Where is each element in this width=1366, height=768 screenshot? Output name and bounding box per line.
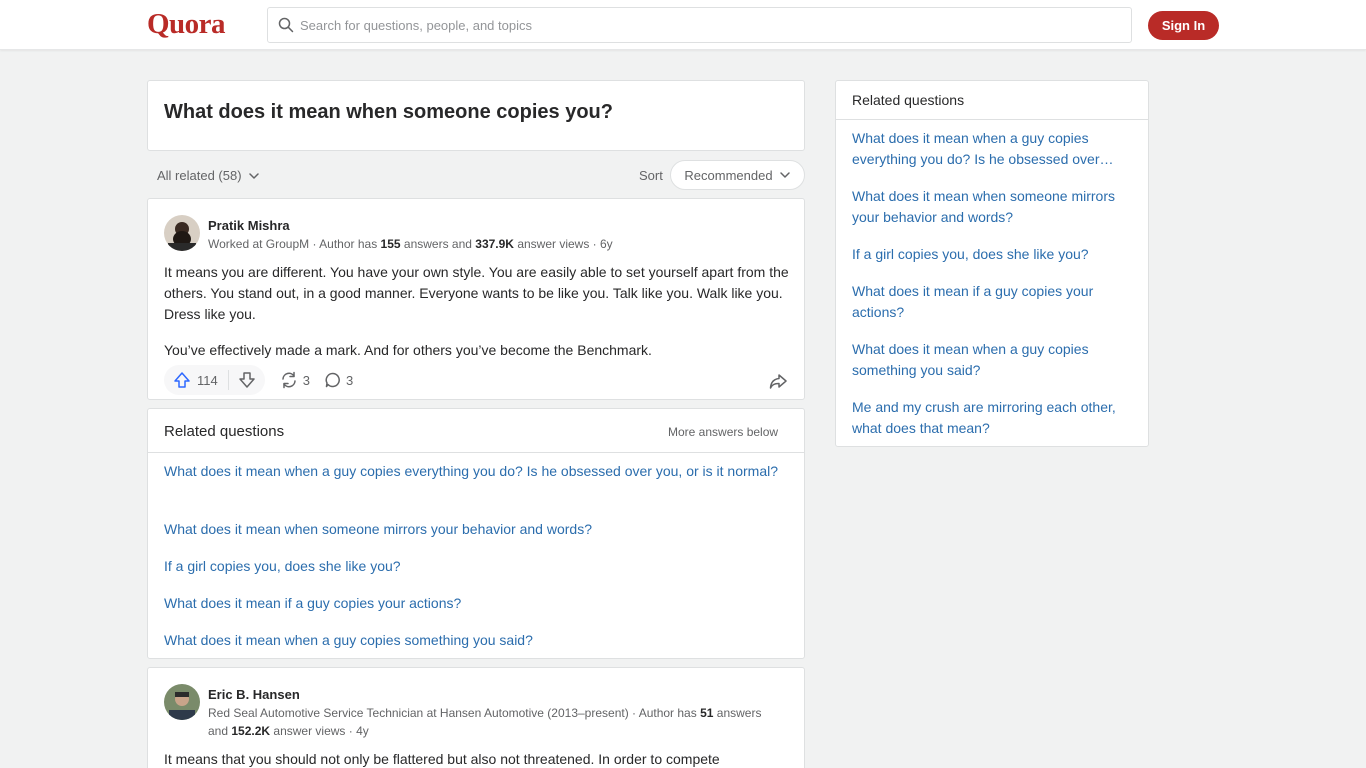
avatar-image (164, 684, 200, 720)
author-name[interactable]: Pratik Mishra (208, 218, 290, 233)
question-card: What does it mean when someone copies yo… (147, 80, 805, 151)
sidebar-question-link[interactable]: Me and my crush are mirroring each other… (852, 397, 1137, 439)
comment-count: 3 (345, 372, 354, 388)
avatar[interactable] (164, 215, 200, 251)
answer-paragraph: It means you are different. You have you… (164, 264, 789, 322)
question-title: What does it mean when someone copies yo… (164, 101, 613, 123)
related-question-link[interactable]: What does it mean when someone mirrors y… (164, 519, 784, 540)
all-related-dropdown[interactable]: All related (58) (157, 168, 260, 183)
cred-answers-count: 51 (700, 706, 714, 720)
cred-views-count: 337.9K (475, 237, 514, 251)
sort-dropdown[interactable]: Recommended (670, 160, 805, 190)
related-title: Related questions (164, 423, 285, 440)
author-credential: Red Seal Automotive Service Technician a… (208, 704, 768, 740)
related-question-link[interactable]: If a girl copies you, does she like you? (164, 556, 784, 577)
sign-in-button[interactable]: Sign In (1148, 11, 1219, 40)
avatar[interactable] (164, 684, 200, 720)
sidebar-question-link[interactable]: If a girl copies you, does she like you? (852, 244, 1137, 265)
comment-icon (325, 372, 340, 388)
search-icon (278, 17, 294, 33)
answer-card: Pratik Mishra Worked at GroupM · Author … (147, 198, 805, 400)
answer-actions: 114 3 3 (164, 365, 353, 395)
all-related-label: All related (58) (157, 168, 242, 183)
sort-label: Sort (639, 168, 663, 183)
cred-text: Red Seal Automotive Service Technician a… (208, 706, 701, 720)
related-question-link[interactable]: What does it mean when a guy copies some… (164, 630, 784, 651)
related-questions-inline: Related questions More answers below Wha… (147, 408, 805, 659)
more-answers-below: More answers below (668, 425, 779, 439)
sidebar-question-link[interactable]: What does it mean when a guy copies ever… (852, 128, 1137, 170)
search-bar[interactable] (267, 7, 1132, 43)
upvote-count: 114 (197, 372, 218, 388)
sidebar-question-link[interactable]: What does it mean if a guy copies your a… (852, 281, 1137, 323)
cred-text: Worked at GroupM · Author has (208, 237, 381, 251)
upvote-icon[interactable] (172, 370, 192, 390)
answer-card: Eric B. Hansen Red Seal Automotive Servi… (147, 667, 805, 768)
comment-button[interactable]: 3 (324, 371, 353, 389)
top-header: Quora Sign In (0, 0, 1366, 50)
cred-text: answer views · 6y (513, 237, 613, 251)
chevron-down-icon (779, 172, 790, 178)
author-credential: Worked at GroupM · Author has 155 answer… (208, 235, 613, 253)
reshare-icon (281, 371, 296, 389)
sidebar-related-questions: Related questions What does it mean when… (835, 80, 1149, 447)
vote-divider (227, 370, 229, 390)
vote-group: 114 (164, 365, 265, 395)
share-count-button[interactable]: 3 (279, 370, 310, 390)
cred-text: answers and (400, 237, 476, 251)
share-icon[interactable] (768, 371, 788, 391)
sidebar-question-link[interactable]: What does it mean when someone mirrors y… (852, 186, 1137, 228)
downvote-icon[interactable] (237, 370, 257, 390)
quora-logo[interactable]: Quora (147, 8, 226, 41)
reshare-count: 3 (302, 372, 310, 388)
sort-value: Recommended (684, 167, 773, 183)
search-input[interactable] (300, 17, 1100, 33)
related-header: Related questions More answers below (148, 409, 804, 453)
answer-paragraph: It means that you should not only be fla… (164, 751, 720, 767)
avatar-image (164, 215, 200, 251)
sidebar-question-link[interactable]: What does it mean when a guy copies some… (852, 339, 1137, 381)
author-name[interactable]: Eric B. Hansen (208, 687, 300, 702)
chevron-down-icon (248, 172, 259, 179)
related-question-link[interactable]: What does it mean when a guy copies ever… (164, 461, 784, 482)
cred-text: answer views · 4y (270, 724, 369, 738)
sidebar-title: Related questions (852, 92, 965, 108)
cred-answers-count: 155 (380, 237, 401, 251)
related-question-link[interactable]: What does it mean if a guy copies your a… (164, 593, 784, 614)
sidebar-header: Related questions (836, 81, 1148, 120)
answer-paragraph: You’ve effectively made a mark. And for … (164, 342, 652, 358)
cred-views-count: 152.2K (231, 724, 271, 738)
